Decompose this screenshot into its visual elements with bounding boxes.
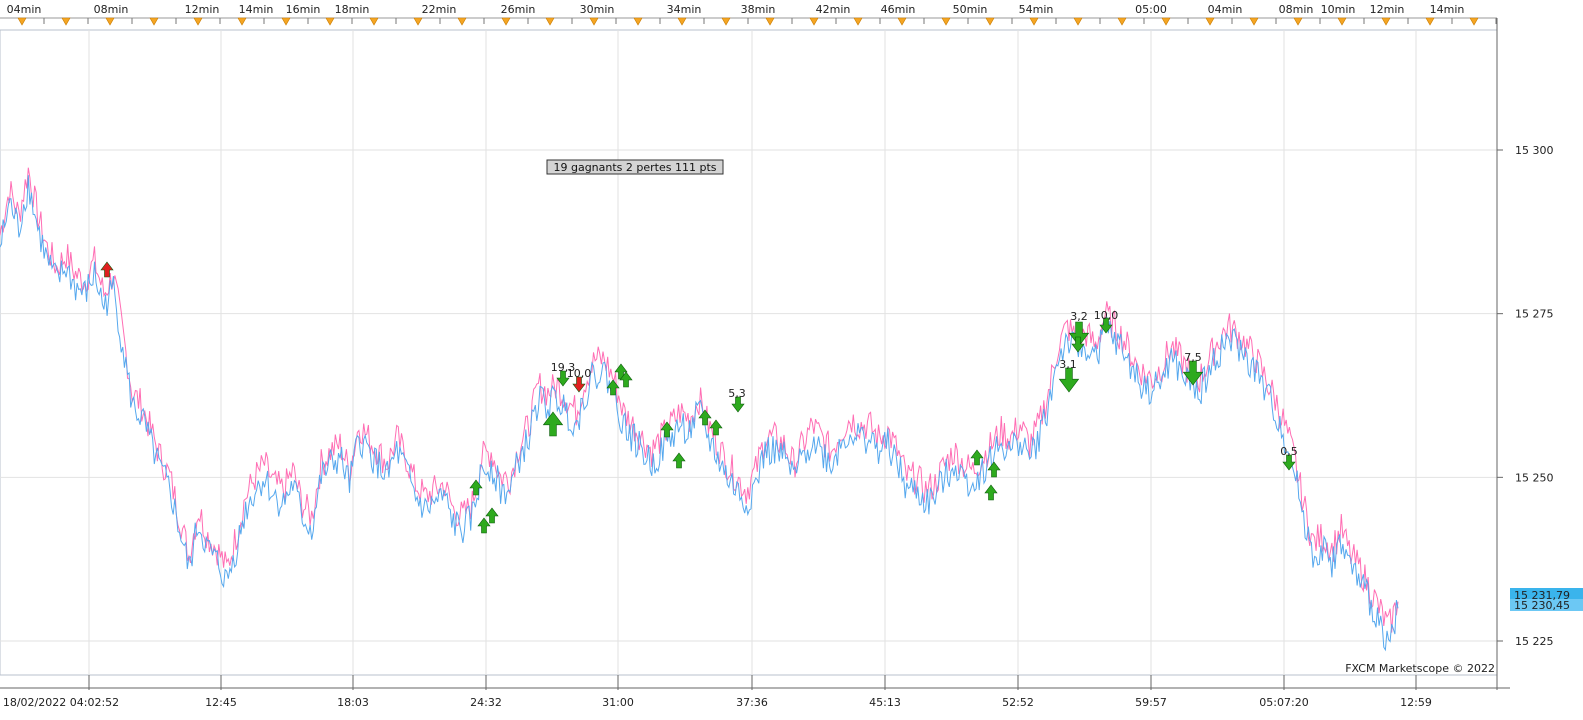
top-tick-label: 18min [335, 3, 370, 16]
x-tick-label: 12:45 [205, 696, 237, 709]
top-tick-label: 46min [881, 3, 916, 16]
top-tick-label: 30min [580, 3, 615, 16]
y-tick-label: 15 250 [1515, 471, 1554, 484]
top-tick-label: 22min [422, 3, 457, 16]
x-tick-label: 52:52 [1002, 696, 1034, 709]
top-tick-label: 54min [1019, 3, 1054, 16]
top-tick-label: 05:00 [1135, 3, 1167, 16]
top-tick-label: 08min [94, 3, 129, 16]
x-tick-label: 45:13 [869, 696, 901, 709]
trade-profit-label: 7,5 [1184, 351, 1202, 364]
price-chart: 19,310,05,33,2 10,03,17,50,5 04min 08min 12… [0, 0, 1583, 720]
top-tick-label: 14min [1430, 3, 1465, 16]
top-tick-label: 50min [953, 3, 988, 16]
trade-profit-label: 10,0 [567, 367, 592, 380]
price-label-ask: 15 230,45 [1514, 599, 1570, 612]
x-tick-label: 18/02/2022 04:02:52 [3, 696, 119, 709]
watermark: FXCM Marketscope © 2022 [1345, 662, 1495, 675]
y-tick-label: 15 275 [1515, 308, 1554, 321]
y-tick-label: 15 225 [1515, 635, 1554, 648]
top-tick-label: 08min [1279, 3, 1314, 16]
top-tick-label: 16min [286, 3, 321, 16]
top-tick-label: 12min [1370, 3, 1405, 16]
x-tick-label: 37:36 [736, 696, 768, 709]
top-tick-label: 34min [667, 3, 702, 16]
top-tick-label: 04min [7, 3, 42, 16]
top-tick-label: 10min [1321, 3, 1356, 16]
trade-profit-label: 3,1 [1059, 358, 1077, 371]
top-tick-label: 26min [501, 3, 536, 16]
top-tick-label: 42min [816, 3, 851, 16]
trade-profit-label: 5,3 [728, 387, 746, 400]
x-tick-label: 59:57 [1135, 696, 1167, 709]
x-tick-label: 05:07:20 [1259, 696, 1308, 709]
x-tick-label: 24:32 [470, 696, 502, 709]
trade-profit-label: 0,5 [1280, 445, 1298, 458]
x-tick-label: 18:03 [337, 696, 369, 709]
x-tick-label: 12:59 [1400, 696, 1432, 709]
summary-box: 19 gagnants 2 pertes 111 pts [546, 159, 724, 175]
y-tick-label: 15 300 [1515, 144, 1554, 157]
top-tick-label: 04min [1208, 3, 1243, 16]
x-tick-label: 31:00 [602, 696, 634, 709]
top-tick-label: 12min [185, 3, 220, 16]
trade-profit-label: 10,0 [1094, 309, 1119, 322]
trade-profit-label: 3,2 [1070, 310, 1088, 323]
current-price-labels: 15 231,79 15 230,45 [1510, 588, 1583, 612]
summary-text: 19 gagnants 2 pertes 111 pts [553, 161, 716, 174]
top-tick-label: 38min [741, 3, 776, 16]
top-tick-label: 14min [239, 3, 274, 16]
